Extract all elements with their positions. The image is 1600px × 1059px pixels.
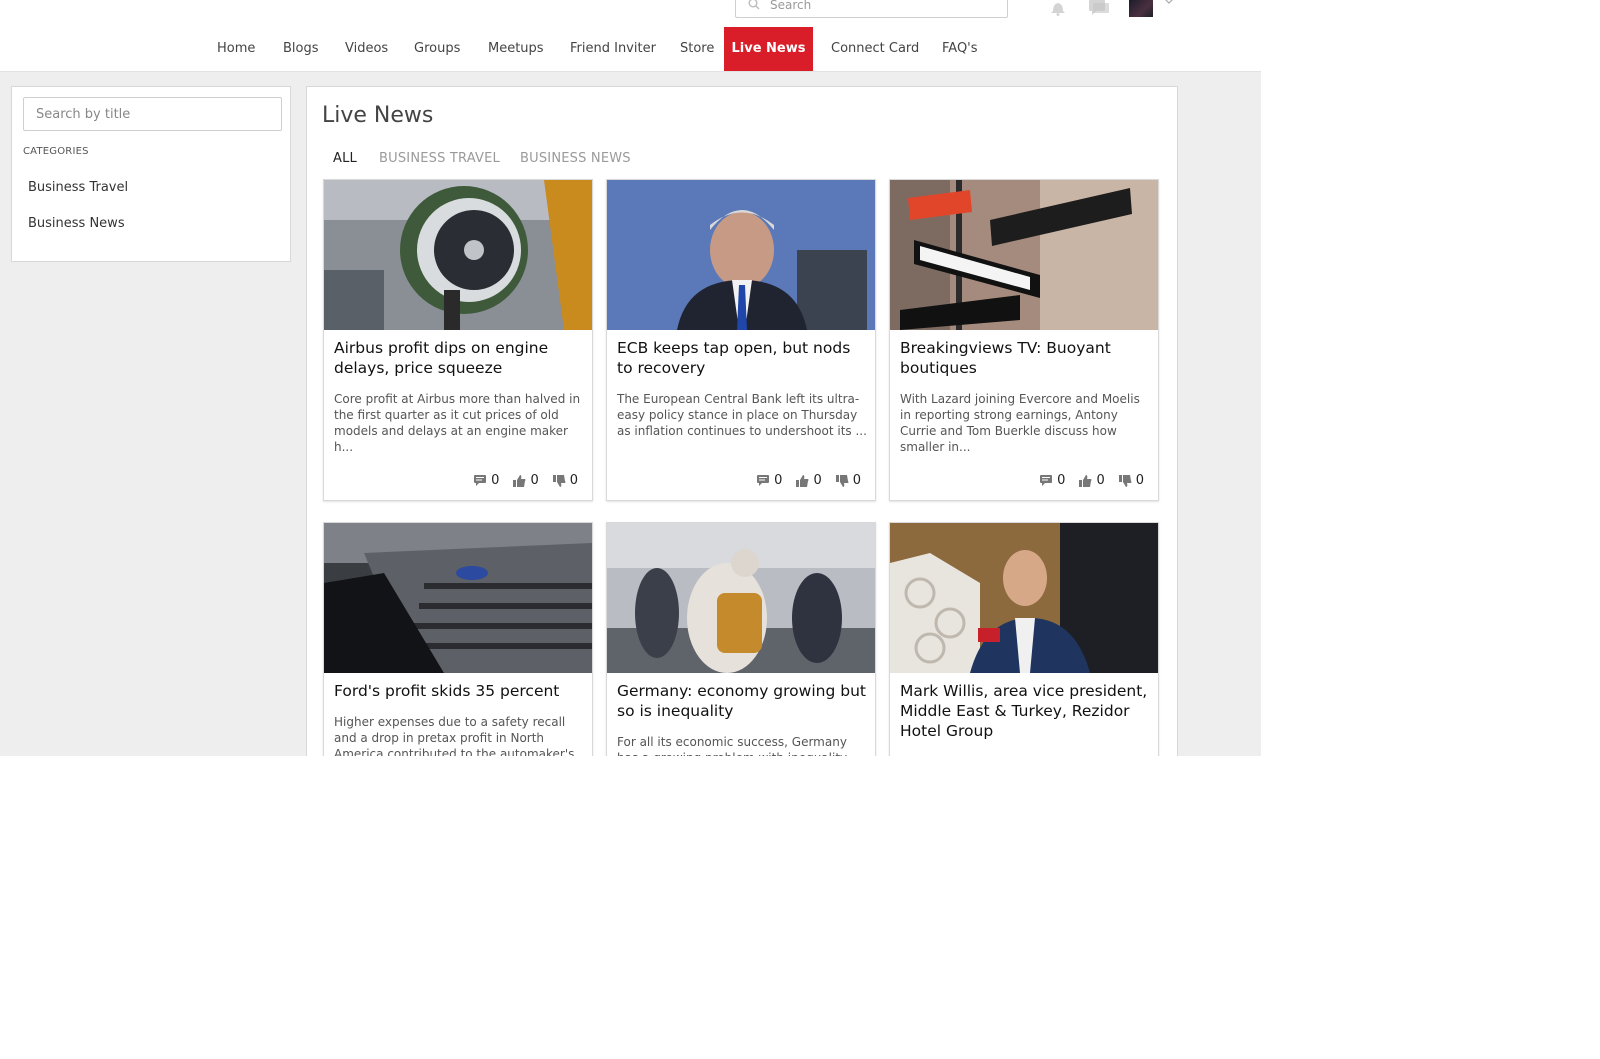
thumbs-down-icon[interactable] — [1118, 474, 1132, 487]
comment-count: 0 — [1057, 473, 1066, 488]
nav-blogs[interactable]: Blogs — [283, 27, 319, 71]
category-business-travel[interactable]: Business Travel — [28, 180, 128, 195]
news-card-stats: 0 0 0 — [1040, 473, 1144, 488]
thumbs-up-icon[interactable] — [513, 474, 526, 487]
nav-home[interactable]: Home — [217, 27, 255, 71]
like-count: 0 — [1096, 473, 1105, 488]
thumbs-up-icon[interactable] — [1079, 474, 1092, 487]
news-card[interactable]: Germany: economy growing but so is inequ… — [606, 522, 876, 756]
news-card[interactable]: ECB keeps tap open, but nods to recovery… — [606, 179, 876, 501]
category-business-news[interactable]: Business News — [28, 216, 125, 231]
top-bar: Home Blogs Videos Groups Meetups Friend … — [0, 0, 1261, 72]
thumbs-up-icon[interactable] — [796, 474, 809, 487]
tab-all[interactable]: ALL — [333, 151, 357, 166]
news-thumbnail-germany — [607, 523, 875, 673]
tab-business-news[interactable]: BUSINESS NEWS — [520, 151, 631, 166]
avatar[interactable] — [1129, 0, 1153, 17]
comment-icon[interactable] — [1040, 474, 1053, 487]
category-sidebar: CATEGORIES Business Travel Business News — [11, 86, 291, 262]
comment-count: 0 — [491, 473, 500, 488]
thumbs-down-icon[interactable] — [552, 474, 566, 487]
nav-videos[interactable]: Videos — [345, 27, 388, 71]
news-card-title: Ford's profit skids 35 percent — [334, 682, 560, 700]
comment-count: 0 — [774, 473, 783, 488]
news-thumbnail-rezidor — [890, 523, 1158, 673]
comment-icon[interactable] — [474, 474, 487, 487]
dislike-count: 0 — [569, 473, 578, 488]
tab-business-travel[interactable]: BUSINESS TRAVEL — [379, 151, 500, 166]
global-search-input[interactable] — [770, 0, 995, 12]
news-card-title: Airbus profit dips on engine delays, pri… — [334, 339, 549, 377]
news-thumbnail-ford — [324, 523, 592, 673]
nav-groups[interactable]: Groups — [414, 27, 460, 71]
news-thumbnail-ecb — [607, 180, 875, 330]
global-search-box[interactable] — [735, 0, 1008, 18]
page-viewport: Home Blogs Videos Groups Meetups Friend … — [0, 0, 1261, 756]
live-news-panel: Live News ALL BUSINESS TRAVEL BUSINESS N… — [306, 86, 1178, 756]
news-card-description: Higher expenses due to a safety recall a… — [334, 715, 575, 756]
news-card-stats: 0 0 0 — [757, 473, 861, 488]
chevron-down-icon[interactable] — [1164, 0, 1174, 6]
dislike-count: 0 — [1135, 473, 1144, 488]
news-card-title: Breakingviews TV: Buoyant boutiques — [900, 339, 1111, 377]
news-card-stats: 0 0 0 — [474, 473, 578, 488]
messages-icon[interactable] — [1088, 0, 1110, 16]
categories-heading: CATEGORIES — [23, 146, 89, 157]
news-card[interactable]: Airbus profit dips on engine delays, pri… — [323, 179, 593, 501]
news-thumbnail-engine — [324, 180, 592, 330]
news-card-description: Core profit at Airbus more than halved i… — [334, 392, 581, 454]
comment-icon[interactable] — [757, 474, 770, 487]
nav-meetups[interactable]: Meetups — [488, 27, 544, 71]
news-card-title: Mark Willis, area vice president, Middle… — [900, 682, 1148, 740]
news-card-title: Germany: economy growing but so is inequ… — [617, 682, 866, 720]
dislike-count: 0 — [852, 473, 861, 488]
like-count: 0 — [530, 473, 539, 488]
news-card[interactable]: Ford's profit skids 35 percent Higher ex… — [323, 522, 593, 756]
title-search-box[interactable] — [23, 97, 282, 131]
news-card-description: With Lazard joining Evercore and Moelis … — [900, 392, 1140, 454]
news-card[interactable]: Mark Willis, area vice president, Middle… — [889, 522, 1159, 756]
news-card-description: For all its economic success, Germany ha… — [617, 735, 847, 756]
nav-connect-card[interactable]: Connect Card — [831, 27, 919, 71]
nav-live-news[interactable]: Live News — [724, 27, 813, 71]
like-count: 0 — [813, 473, 822, 488]
bell-icon[interactable] — [1049, 0, 1067, 16]
search-icon — [748, 0, 760, 10]
news-thumbnail-wall-street — [890, 180, 1158, 330]
thumbs-down-icon[interactable] — [835, 474, 849, 487]
news-card-description: The European Central Bank left its ultra… — [617, 392, 867, 438]
page-title: Live News — [322, 103, 434, 128]
news-card-title: ECB keeps tap open, but nods to recovery — [617, 339, 851, 377]
nav-friend-inviter[interactable]: Friend Inviter — [570, 27, 656, 71]
title-search-input[interactable] — [36, 107, 266, 122]
nav-store[interactable]: Store — [680, 27, 714, 71]
nav-faqs[interactable]: FAQ's — [942, 27, 978, 71]
news-card[interactable]: Breakingviews TV: Buoyant boutiques With… — [889, 179, 1159, 501]
